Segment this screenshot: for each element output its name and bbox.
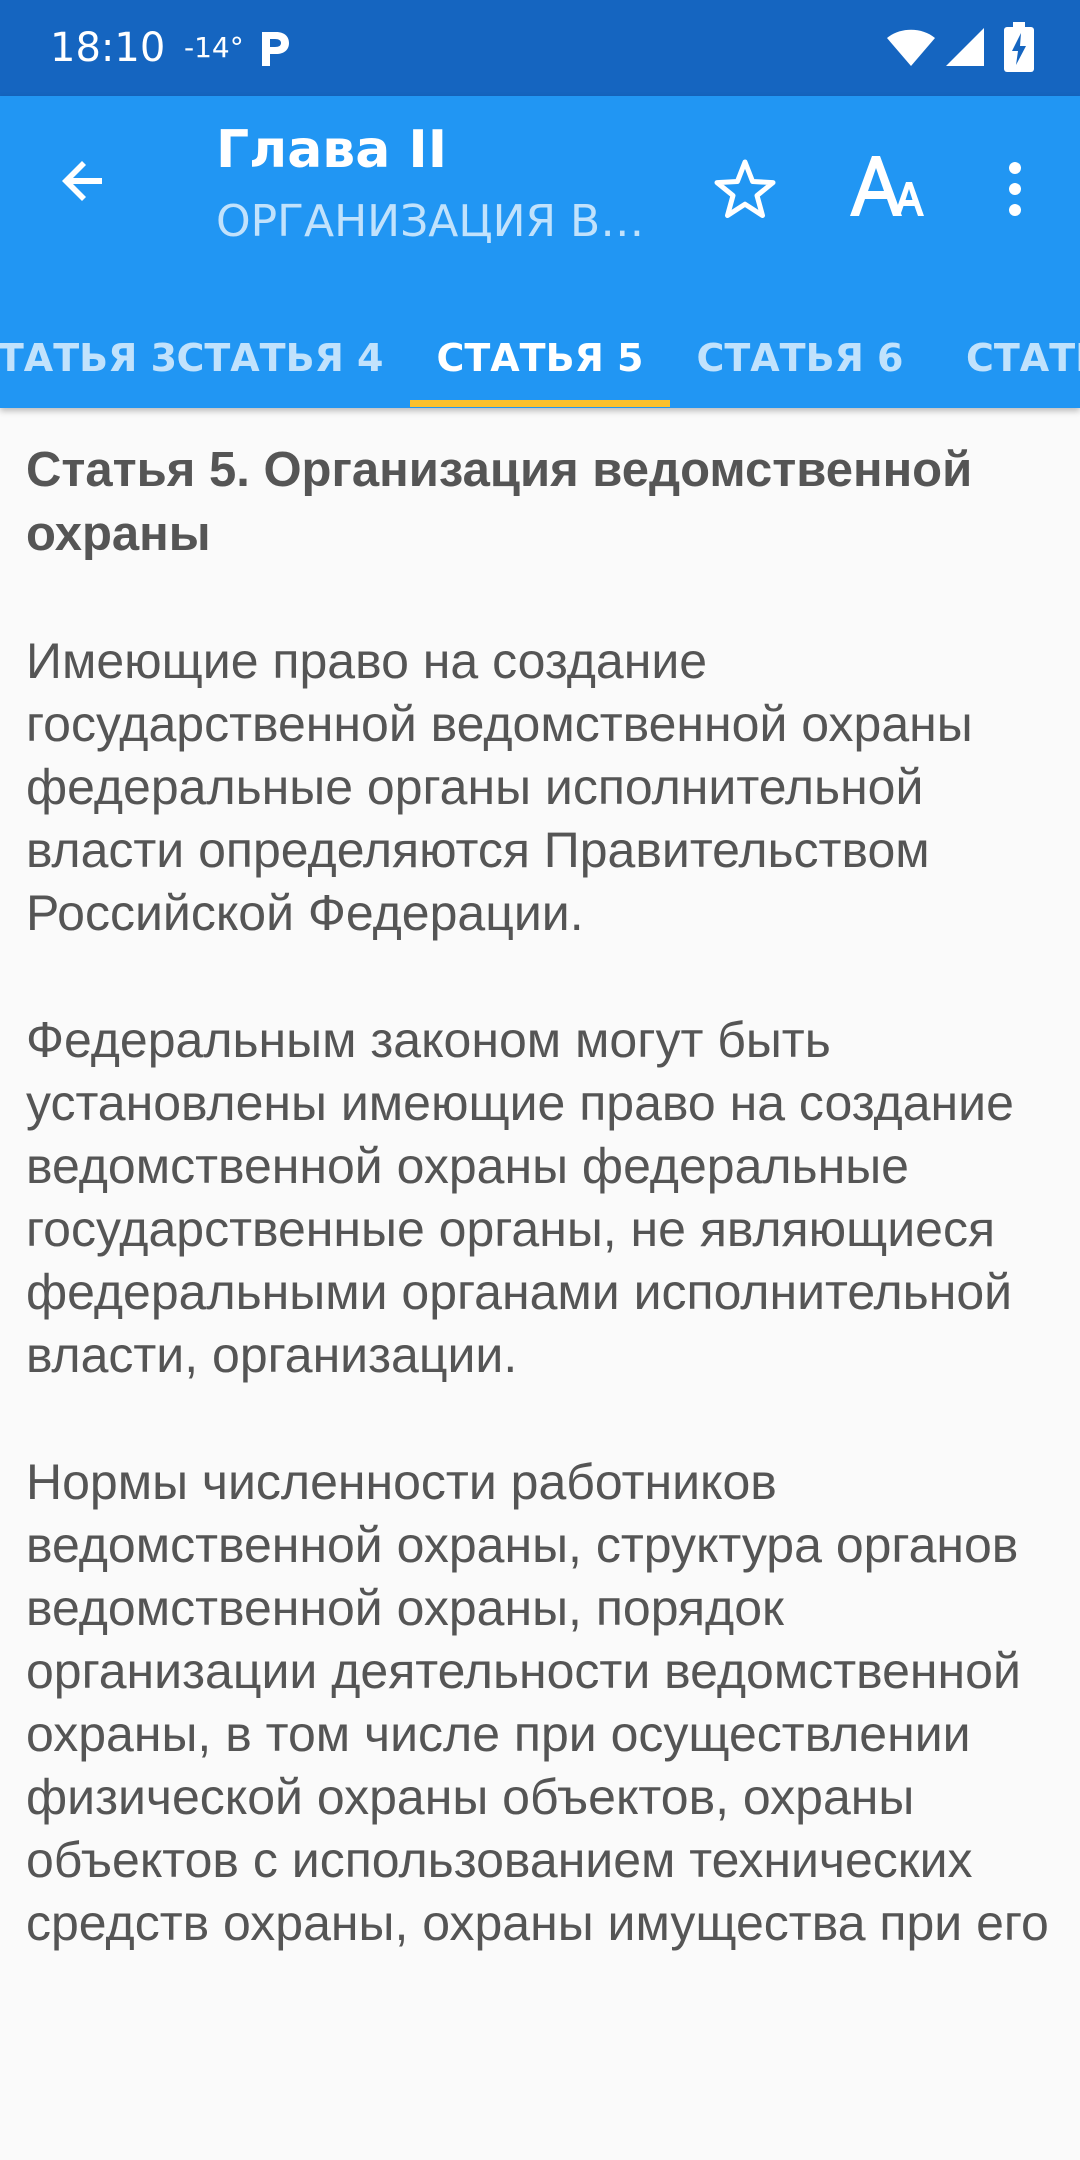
tab-article-4[interactable]: СТАТЬЯ 4 <box>160 310 400 406</box>
star-outline-icon[interactable] <box>700 144 790 234</box>
font-size-icon[interactable] <box>842 140 932 230</box>
parking-icon <box>262 32 289 66</box>
wifi-icon <box>887 29 935 66</box>
arrow-back-icon[interactable] <box>40 136 130 226</box>
page-title: Глава II <box>216 120 448 180</box>
tab-article-5[interactable]: СТАТЬЯ 5 <box>410 310 670 406</box>
article-content[interactable]: Статья 5. Организация ведомственной охра… <box>26 438 1056 1955</box>
article-paragraph: Федеральным законом могут быть установле… <box>26 1012 1014 1383</box>
tab-article-7[interactable]: СТАТЬЯ 7 <box>966 310 1080 406</box>
article-heading: Статья 5. Организация ведомственной охра… <box>26 443 973 561</box>
status-time: 18:10 <box>50 25 166 71</box>
article-paragraph: Имеющие право на создание государственно… <box>26 633 973 941</box>
article-paragraph: Нормы численности работников ведомственн… <box>26 1454 1049 1951</box>
status-bar: 18:10 -14° <box>0 0 1080 96</box>
tab-article-6[interactable]: СТАТЬЯ 6 <box>680 310 920 406</box>
more-vert-icon[interactable] <box>990 144 1040 234</box>
app-bar: Глава II ОРГАНИЗАЦИЯ ВЕДОМСТВЕННОЙ ОХРАН… <box>0 96 1080 408</box>
active-tab-indicator <box>410 400 670 407</box>
battery-charging-icon <box>1004 22 1034 72</box>
signal-icon <box>946 28 984 66</box>
tabs-clip: Глава II ОРГАНИЗАЦИЯ ВЕДОМСТВЕННОЙ ОХРАН… <box>0 96 1080 408</box>
tab-article-3[interactable]: СТАТЬЯ 3 <box>0 310 177 406</box>
status-temperature: -14° <box>184 31 244 64</box>
page-subtitle: ОРГАНИЗАЦИЯ ВЕДОМСТВЕННОЙ ОХРАНЫ <box>216 196 646 247</box>
